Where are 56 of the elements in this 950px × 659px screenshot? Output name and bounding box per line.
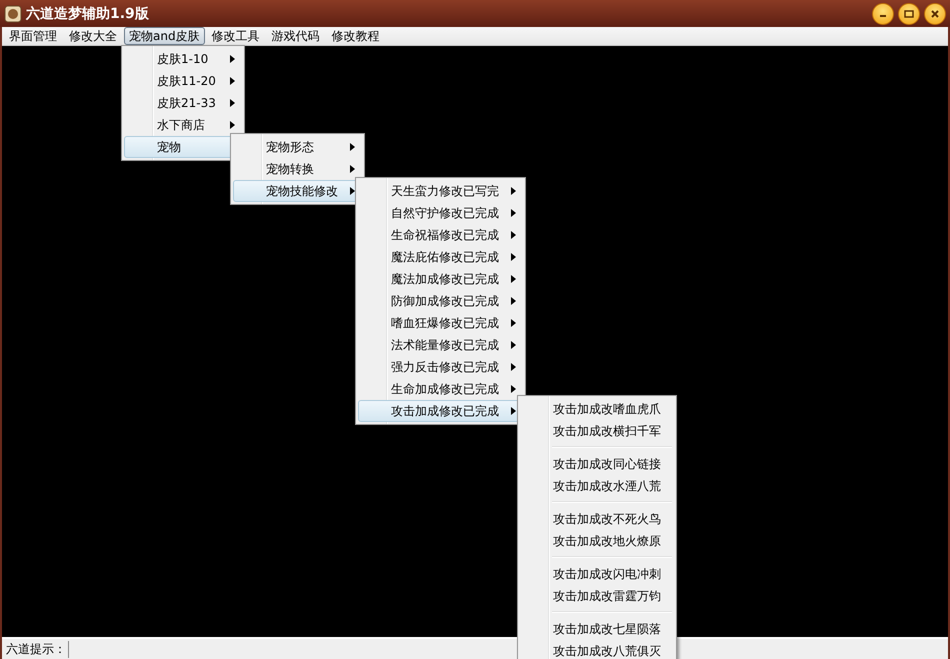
submenu-arrow-icon bbox=[511, 297, 516, 305]
menu-entry[interactable]: 攻击加成改七星陨落 bbox=[520, 618, 674, 640]
menu-entry[interactable]: 法术能量修改已完成 bbox=[358, 334, 523, 356]
menu-entry[interactable]: 宠物转换 bbox=[233, 158, 362, 180]
close-icon bbox=[931, 10, 939, 18]
submenu-arrow-icon bbox=[511, 319, 516, 327]
menu-item[interactable]: 修改教程 bbox=[326, 27, 385, 45]
menu-entry[interactable]: 攻击加成改闪电冲刺 bbox=[520, 563, 674, 585]
menu-entry[interactable]: 攻击加成改同心链接 bbox=[520, 453, 674, 475]
menu-entry[interactable]: 攻击加成改地火燎原 bbox=[520, 530, 674, 552]
maximize-icon bbox=[904, 10, 914, 18]
menu-entry[interactable]: 生命加成修改已完成 bbox=[358, 378, 523, 400]
submenu-arrow-icon bbox=[230, 99, 235, 107]
menu-entry[interactable]: 攻击加成改嗜血虎爪 bbox=[520, 398, 674, 420]
window-title: 六道造梦辅助1.9版 bbox=[26, 4, 150, 22]
menu-item[interactable]: 游戏代码 bbox=[266, 27, 325, 45]
submenu-arrow-icon bbox=[230, 55, 235, 63]
submenu-arrow-icon bbox=[230, 121, 235, 129]
menu-item[interactable]: 修改工具 bbox=[206, 27, 265, 45]
app-icon bbox=[4, 4, 22, 22]
menu-entry[interactable]: 防御加成修改已完成 bbox=[358, 290, 523, 312]
submenu-arrow-icon bbox=[511, 231, 516, 239]
menu-entry[interactable]: 攻击加成改横扫千军 bbox=[520, 420, 674, 442]
menu-entry[interactable]: 皮肤1-10 bbox=[124, 48, 242, 70]
close-button[interactable] bbox=[924, 2, 946, 24]
submenu-arrow-icon bbox=[511, 275, 516, 283]
submenu-arrow-icon bbox=[350, 187, 355, 195]
menu-entry[interactable]: 攻击加成改不死火鸟 bbox=[520, 508, 674, 530]
submenu-arrow-icon bbox=[511, 407, 516, 415]
menu-entry[interactable]: 水下商店 bbox=[124, 114, 242, 136]
menu-entry[interactable]: 自然守护修改已完成 bbox=[358, 202, 523, 224]
submenu-arrow-icon bbox=[511, 187, 516, 195]
submenu-arrow-icon bbox=[511, 209, 516, 217]
menu-entry[interactable]: 嗜血狂爆修改已完成 bbox=[358, 312, 523, 334]
menu-entry[interactable]: 生命祝福修改已完成 bbox=[358, 224, 523, 246]
menu-entry[interactable]: 魔法加成修改已完成 bbox=[358, 268, 523, 290]
maximize-button[interactable] bbox=[898, 2, 920, 24]
submenu-arrow-icon bbox=[350, 165, 355, 173]
submenu-arrow-icon bbox=[230, 77, 235, 85]
submenu-arrow-icon bbox=[511, 363, 516, 371]
menu-entry[interactable]: 皮肤21-33 bbox=[124, 92, 242, 114]
submenu-arrow-icon bbox=[350, 143, 355, 151]
menu-entry[interactable]: 攻击加成改雷霆万钧 bbox=[520, 585, 674, 607]
submenu-arrow-icon bbox=[511, 253, 516, 261]
menu-entry[interactable]: 强力反击修改已完成 bbox=[358, 356, 523, 378]
menu-item[interactable]: 修改大全 bbox=[64, 27, 122, 45]
status-label: 六道提示： bbox=[6, 640, 69, 658]
minimize-button[interactable] bbox=[872, 2, 894, 24]
menu-entry[interactable]: 魔法庇佑修改已完成 bbox=[358, 246, 523, 268]
menu-entry[interactable]: 攻击加成改八荒俱灭 bbox=[520, 640, 674, 659]
submenu-arrow-icon bbox=[511, 341, 516, 349]
menu-item[interactable]: 宠物and皮肤 bbox=[124, 27, 205, 45]
menu-entry[interactable]: 攻击加成改水湮八荒 bbox=[520, 475, 674, 497]
menu-item[interactable]: 界面管理 bbox=[4, 27, 62, 45]
menu-entry[interactable]: 皮肤11-20 bbox=[124, 70, 242, 92]
submenu-arrow-icon bbox=[511, 385, 516, 393]
